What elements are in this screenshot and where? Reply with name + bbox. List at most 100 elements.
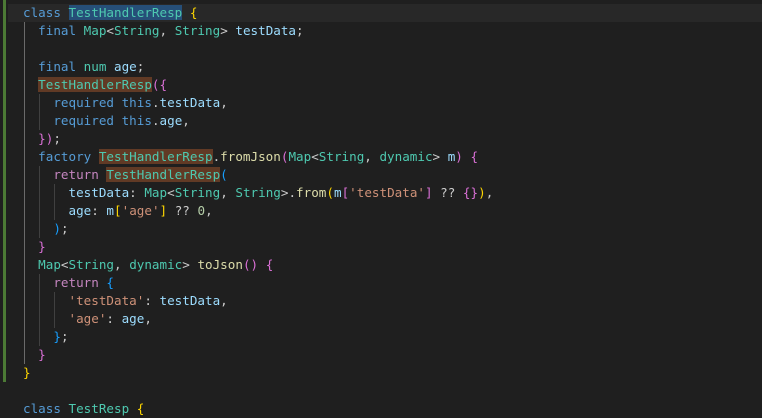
code-line[interactable]: 'age': age, [23,310,152,328]
code-token: < [106,23,115,38]
code-token: { [265,257,274,272]
code-token: Map [288,149,312,164]
code-line[interactable]: age: m['age'] ?? 0, [23,202,213,220]
code-token: [ [114,203,122,218]
code-line[interactable]: required this.testData, [23,94,228,112]
code-token: ) [478,185,486,200]
code-token: , [364,149,380,164]
code-line[interactable]: } [23,346,46,364]
code-token: String [318,149,365,164]
code-token: }) [38,131,54,146]
code-token: final [38,23,84,38]
code-token: String [174,23,221,38]
code-line[interactable]: required this.age, [23,112,190,130]
code-line[interactable]: } [23,364,31,382]
code-token: , [144,311,152,326]
code-line[interactable]: 'testData': testData, [23,292,228,310]
code-token: factory [38,149,99,164]
code-token: final [38,59,84,74]
code-line[interactable]: final Map<String, String> testData; [23,22,303,40]
code-token: Map [144,185,168,200]
code-token: } [38,347,46,362]
code-token: age [121,311,145,326]
code-token: this [121,95,152,110]
code-token: testData [235,23,297,38]
code-line[interactable]: return { [23,274,114,292]
code-token: : [91,203,107,218]
code-token: {} [462,185,479,200]
code-token: > [432,149,448,164]
code-token: class [23,401,69,416]
code-token: this [121,113,152,128]
code-token: String [114,23,160,38]
code-token: dynamic [129,257,183,272]
code-token: TestHandlerResp [68,5,183,20]
code-token: return [53,275,107,290]
code-line[interactable]: factory TestHandlerResp.fromJson(Map<Str… [23,148,478,166]
code-token: >. [280,185,297,200]
code-token: age [159,113,183,128]
code-line[interactable]: class TestResp { [23,400,144,418]
code-line[interactable]: }; [23,328,68,346]
code-token: , [182,113,190,128]
code-token: required [53,95,122,110]
code-token: < [167,185,175,200]
code-token: ) [53,221,61,236]
code-token: return [53,167,107,182]
code-token: 'testData' [349,185,425,200]
code-token: toJson [197,257,243,272]
code-line[interactable]: } [23,238,46,256]
code-line[interactable]: ); [23,220,68,238]
code-token: ] [159,203,168,218]
code-editor[interactable]: class TestHandlerResp { final Map<String… [0,0,762,416]
code-token: , [114,257,130,272]
code-token: , [220,185,236,200]
code-line[interactable]: }); [23,130,61,148]
code-token: age [114,59,137,74]
code-token: dynamic [379,149,433,164]
code-token: : [144,293,160,308]
code-line[interactable]: return TestHandlerResp( [23,166,228,184]
code-token: String [68,257,115,272]
code-token: } [23,365,31,380]
code-token: String [174,185,221,200]
code-token: : [129,185,145,200]
code-token: age [68,203,92,218]
code-line[interactable]: final num age; [23,58,144,76]
code-token: ({ [151,77,168,92]
code-token: < [60,257,69,272]
code-token: } [38,239,46,254]
code-token: 0 [197,203,206,218]
code-token: ( [220,167,228,182]
code-token: class [23,5,69,20]
code-token: String [235,185,281,200]
code-token: { [106,275,115,290]
code-line[interactable]: Map<String, dynamic> toJson() { [23,256,273,274]
code-token: ?? [432,185,463,200]
code-token: fromJson [220,149,281,164]
code-token: m [333,185,342,200]
code-token: ; [136,59,145,74]
code-token: ( [326,185,334,200]
code-token: ) [455,149,463,164]
code-token: { [189,5,198,20]
code-token: { [470,149,479,164]
code-line[interactable]: testData: Map<String, String>.from(m['te… [23,184,494,202]
code-token: . [151,113,160,128]
code-token: , [220,95,228,110]
code-token: { [136,401,145,416]
code-line[interactable]: class TestHandlerResp { [23,4,197,22]
code-line[interactable]: TestHandlerResp({ [23,76,167,94]
